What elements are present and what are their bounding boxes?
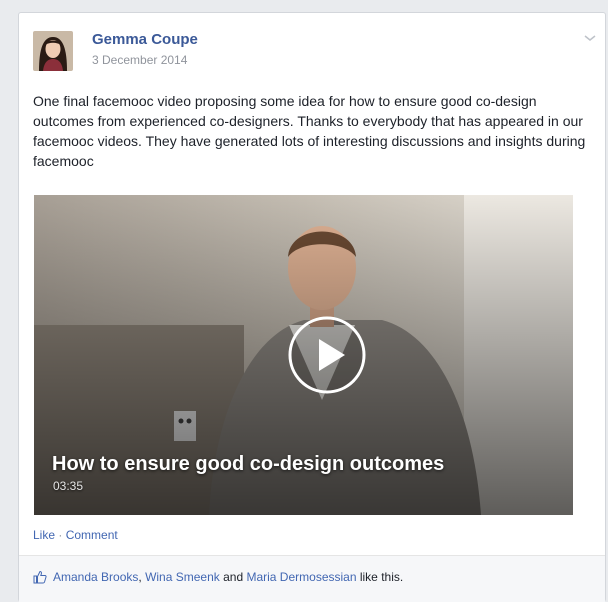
liker-amanda-brooks[interactable]: Amanda Brooks — [53, 570, 138, 584]
like-link[interactable]: Like — [33, 528, 55, 542]
video-duration: 03:35 — [53, 479, 84, 493]
likes-and: and — [219, 570, 247, 584]
author-name[interactable]: Gemma Coupe — [92, 31, 198, 48]
likes-summary: Amanda Brooks , Wina Smeenk and Maria De… — [19, 555, 605, 602]
play-icon[interactable] — [287, 315, 367, 395]
avatar[interactable] — [33, 31, 73, 71]
video-title: How to ensure good co-design outcomes — [52, 453, 445, 475]
post-date[interactable]: 3 December 2014 — [92, 53, 187, 67]
likes-suffix: like this. — [356, 570, 404, 584]
likes-separator: , — [138, 570, 146, 584]
post-actions: Like · Comment — [33, 528, 118, 542]
chevron-down-icon[interactable] — [583, 33, 597, 43]
liker-wina-smeenk[interactable]: Wina Smeenk — [145, 570, 220, 584]
comment-link[interactable]: Comment — [66, 528, 118, 542]
post-card: Gemma Coupe 3 December 2014 One final fa… — [18, 12, 606, 602]
post-text: One final facemooc video proposing some … — [33, 93, 586, 169]
thumbs-up-icon — [33, 570, 47, 584]
action-separator: · — [58, 528, 63, 542]
liker-maria-dermosessian[interactable]: Maria Dermosessian — [246, 570, 356, 584]
video-player[interactable]: How to ensure good co-design outcomes 03… — [34, 195, 573, 515]
